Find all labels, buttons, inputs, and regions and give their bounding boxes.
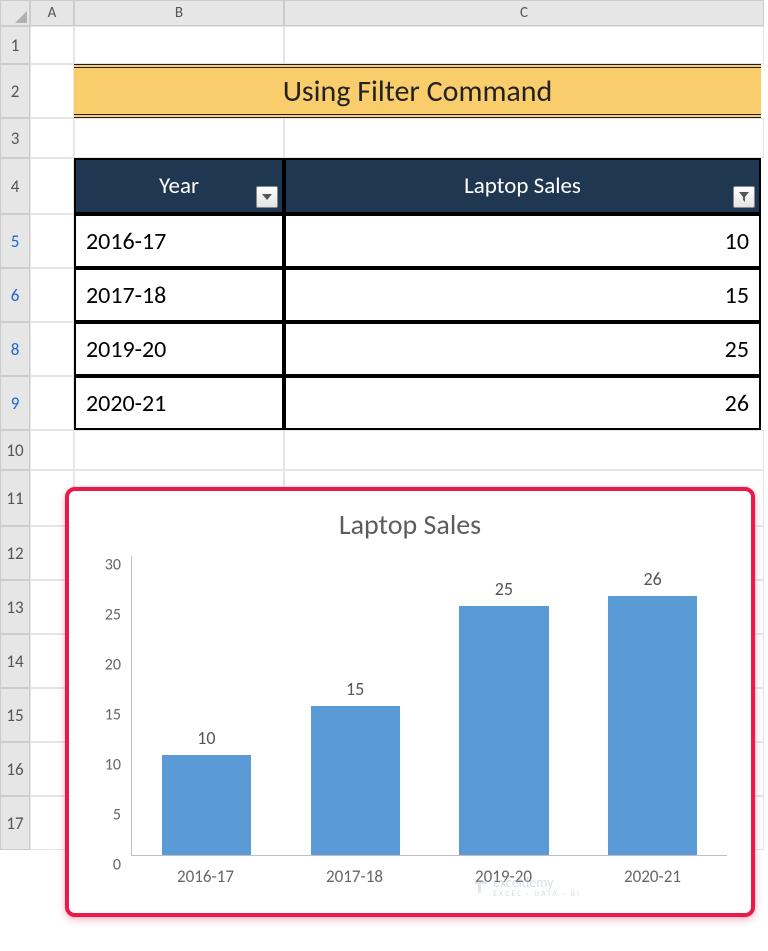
cell-b1[interactable]	[74, 26, 284, 64]
row-header-14[interactable]: 14	[0, 634, 30, 688]
y-tick: 20	[105, 656, 121, 675]
row-header-16[interactable]: 16	[0, 742, 30, 796]
cell-a2[interactable]	[30, 64, 74, 118]
cell-a8[interactable]	[30, 322, 74, 376]
row-header-11[interactable]: 11	[0, 470, 30, 526]
chart-bars: 10 15 2526	[132, 556, 727, 855]
bar-column: 10	[132, 556, 281, 855]
chart-y-axis: 051015202530	[83, 556, 127, 856]
y-tick: 5	[113, 806, 121, 825]
cell-a1[interactable]	[30, 26, 74, 64]
row-header-13[interactable]: 13	[0, 580, 30, 634]
row-header-2[interactable]: 2	[0, 64, 30, 118]
watermark-sub: EXCEL · DATA · BI	[493, 889, 581, 899]
bar-data-label: 15	[281, 678, 430, 700]
filter-dropdown-sales[interactable]	[733, 186, 755, 208]
bar	[608, 596, 697, 855]
bar-column: 15	[281, 556, 430, 855]
cell-a6[interactable]	[30, 268, 74, 322]
row-header-9[interactable]: 9	[0, 376, 30, 430]
cell-c1[interactable]	[284, 26, 764, 64]
bar-data-label: 10	[132, 727, 281, 749]
row-header-17[interactable]: 17	[0, 796, 30, 850]
y-tick: 30	[105, 556, 121, 575]
x-tick: 2020-21	[578, 856, 727, 887]
cell-b6[interactable]: 2017-18	[74, 268, 284, 322]
chevron-down-icon	[262, 194, 272, 200]
chart-plot-area: 051015202530 10152526	[131, 556, 727, 856]
row-header-12[interactable]: 12	[0, 526, 30, 580]
cell-a9[interactable]	[30, 376, 74, 430]
cell-a4[interactable]	[30, 158, 74, 214]
col-header-b[interactable]: B	[74, 0, 284, 26]
bar-data-label: 25	[430, 578, 579, 600]
row-header-3[interactable]: 3	[0, 118, 30, 158]
cell-c5[interactable]: 10	[284, 214, 761, 268]
y-tick: 0	[113, 856, 121, 875]
row-header-8[interactable]: 8	[0, 322, 30, 376]
cell-b9[interactable]: 2020-21	[74, 376, 284, 430]
title-banner: Using Filter Command	[74, 64, 761, 118]
chart-plot: 10 15 2526	[131, 556, 727, 856]
bar-column: 26	[578, 556, 727, 855]
row-header-1[interactable]: 1	[0, 26, 30, 64]
y-tick: 15	[105, 706, 121, 725]
col-header-c[interactable]: C	[284, 0, 764, 26]
table-header-sales-label: Laptop Sales	[464, 172, 581, 200]
cell-c3[interactable]	[284, 118, 764, 158]
row-header-6[interactable]: 6	[0, 268, 30, 322]
cell-a10[interactable]	[30, 430, 74, 470]
cell-c6[interactable]: 15	[284, 268, 761, 322]
col-header-a[interactable]: A	[30, 0, 74, 26]
bar-column: 25	[430, 556, 579, 855]
cell-a5[interactable]	[30, 214, 74, 268]
cell-b3[interactable]	[74, 118, 284, 158]
cell-b10[interactable]	[74, 430, 284, 470]
bar	[311, 706, 400, 856]
row-header-10[interactable]: 10	[0, 430, 30, 470]
watermark: exceldemy EXCEL · DATA · BI	[473, 874, 581, 899]
chart-x-axis: 2016-172017-182019-202020-21	[131, 856, 727, 887]
cell-c8[interactable]: 25	[284, 322, 761, 376]
bar-data-label: 26	[578, 568, 727, 590]
cell-b5[interactable]: 2016-17	[74, 214, 284, 268]
row-header-15[interactable]: 15	[0, 688, 30, 742]
row-header-4[interactable]: 4	[0, 158, 30, 214]
table-header-sales: Laptop Sales	[284, 158, 761, 214]
y-tick: 10	[105, 756, 121, 775]
x-tick: 2016-17	[131, 856, 280, 887]
bar	[162, 755, 251, 855]
table-header-year-label: Year	[159, 172, 199, 200]
filter-active-icon	[738, 191, 750, 203]
y-tick: 25	[105, 606, 121, 625]
filter-dropdown-year[interactable]	[256, 186, 278, 208]
cell-c10[interactable]	[284, 430, 764, 470]
table-header-year: Year	[74, 158, 284, 214]
select-all-corner[interactable]	[0, 0, 30, 26]
chart-laptop-sales[interactable]: Laptop Sales 051015202530 10152526 2016-…	[65, 487, 755, 917]
chart-title: Laptop Sales	[83, 507, 737, 542]
cell-b8[interactable]: 2019-20	[74, 322, 284, 376]
cell-c9[interactable]: 26	[284, 376, 761, 430]
bar	[459, 606, 548, 855]
logo-icon	[473, 879, 489, 895]
x-tick: 2017-18	[280, 856, 429, 887]
cell-a3[interactable]	[30, 118, 74, 158]
row-header-5[interactable]: 5	[0, 214, 30, 268]
